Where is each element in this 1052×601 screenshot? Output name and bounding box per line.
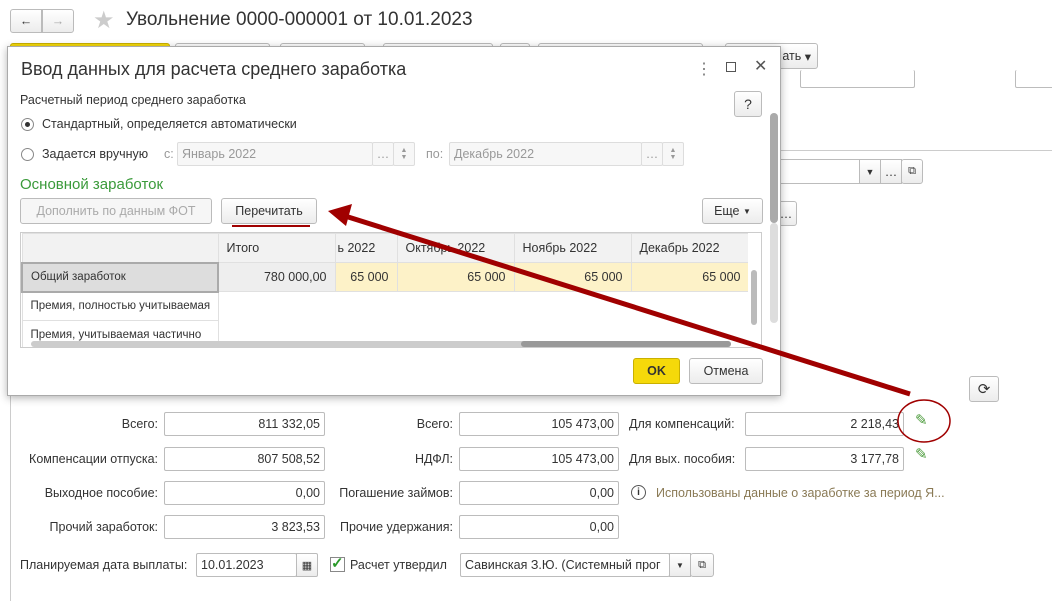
annotation-arrow-line [344,213,911,397]
annotation-circle [897,399,951,443]
annotation-overlay [232,204,951,443]
annotation-arrowhead-icon [328,204,352,226]
